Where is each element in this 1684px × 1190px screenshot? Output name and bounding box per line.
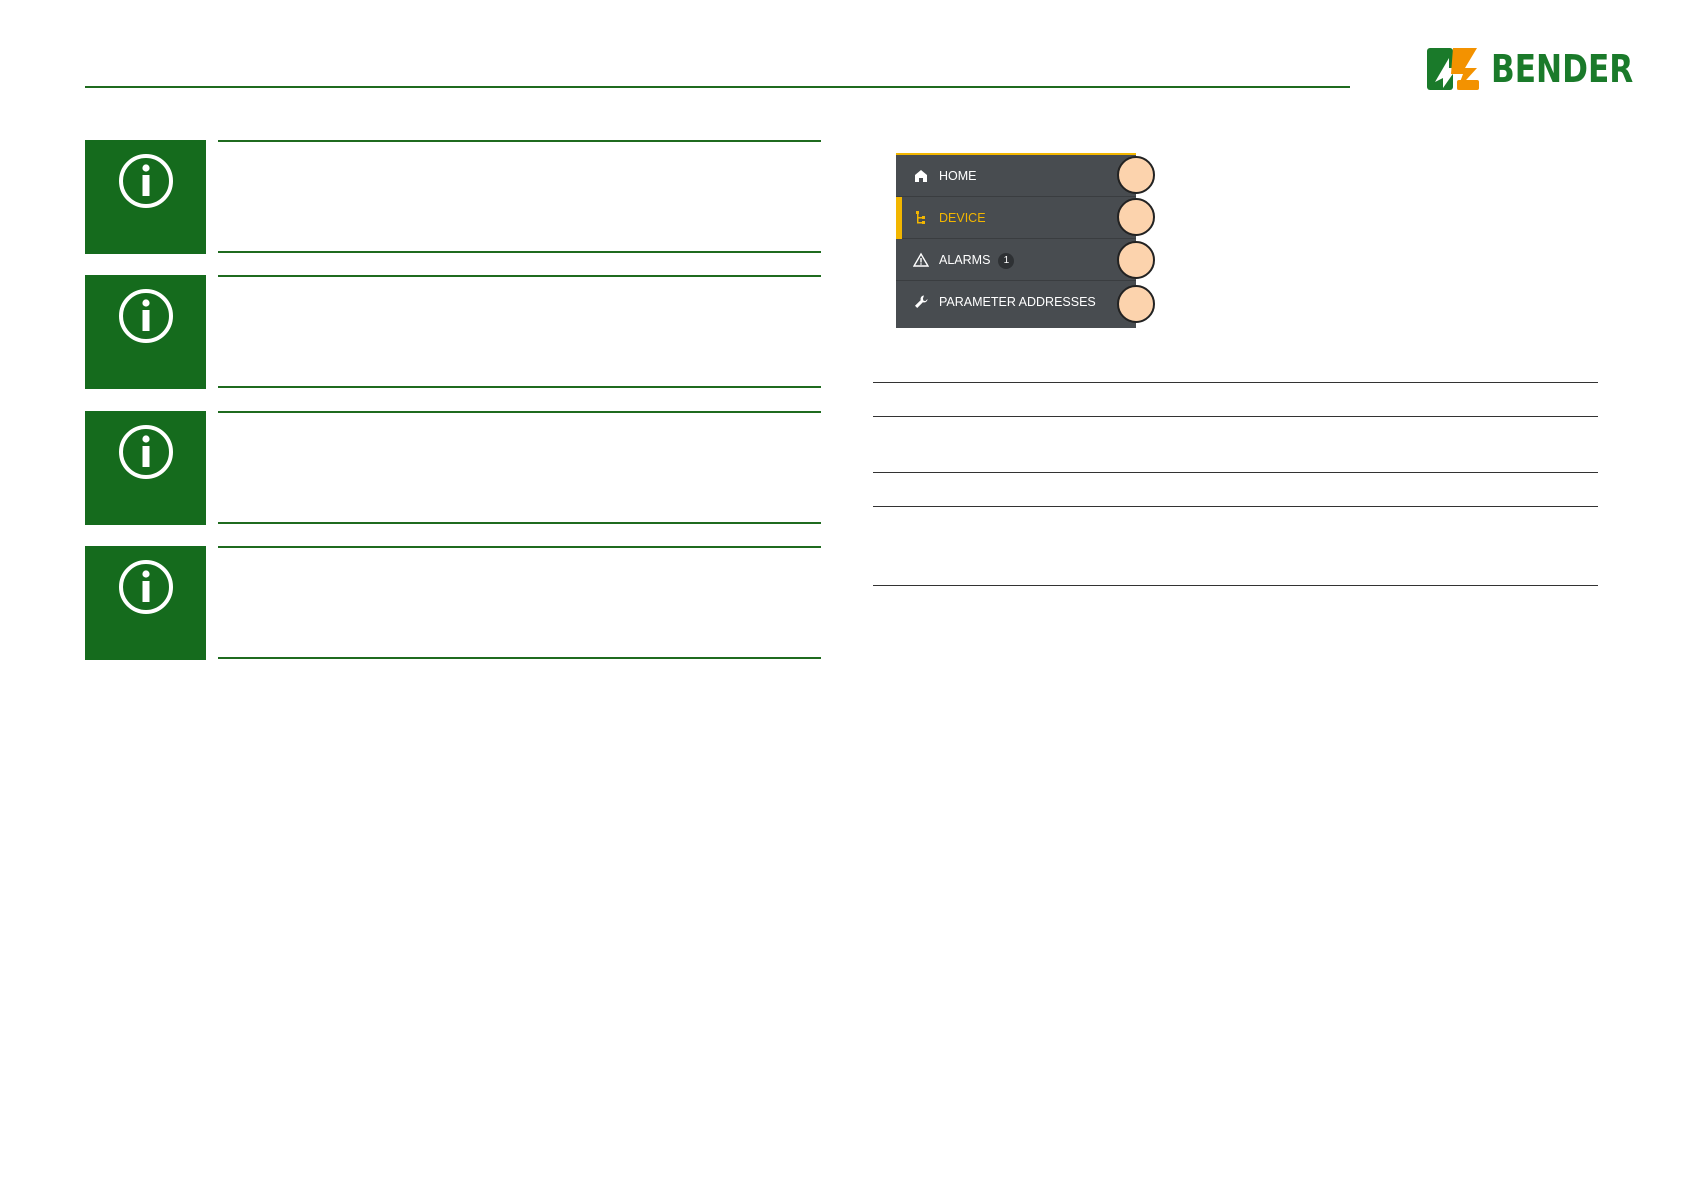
note-rule-bottom — [218, 386, 821, 388]
info-box — [85, 140, 206, 254]
info-icon — [119, 560, 173, 614]
callout-marker — [1117, 156, 1155, 194]
nav-item-device[interactable]: DEVICE — [896, 197, 1136, 239]
info-icon — [119, 289, 173, 343]
nav-item-home[interactable]: HOME — [896, 155, 1136, 197]
logo-text: BENDER — [1491, 47, 1634, 91]
header-rule — [85, 86, 1350, 88]
callout-marker — [1117, 285, 1155, 323]
info-note — [85, 275, 821, 389]
bender-logo-icon — [1427, 48, 1479, 90]
table-rule — [873, 382, 1598, 383]
note-rule-bottom — [218, 657, 821, 659]
note-rule-top — [218, 411, 821, 413]
warning-icon — [913, 252, 929, 267]
info-note — [85, 411, 821, 525]
device-tree-icon — [916, 211, 925, 224]
table-rule — [873, 416, 1598, 417]
bender-logo: BENDER — [1427, 47, 1665, 91]
info-note — [85, 140, 821, 254]
info-icon — [119, 425, 173, 479]
active-indicator — [896, 197, 902, 239]
info-box — [85, 275, 206, 389]
info-box — [85, 411, 206, 525]
note-rule-top — [218, 546, 821, 548]
note-rule-bottom — [218, 251, 821, 253]
table-rule — [873, 585, 1598, 586]
nav-item-label: HOME — [939, 169, 977, 183]
note-rule-bottom — [218, 522, 821, 524]
note-rule-top — [218, 275, 821, 277]
table-rule — [873, 472, 1598, 473]
nav-menu-screenshot: HOME DEVICE ALARMS 1 PARAMETER ADDRESSES — [896, 153, 1136, 328]
info-note — [85, 546, 821, 660]
nav-item-label: DEVICE — [939, 211, 986, 225]
info-icon — [119, 154, 173, 208]
wrench-icon — [915, 295, 928, 308]
alarms-label: ALARMS — [939, 253, 991, 267]
callout-marker — [1117, 198, 1155, 236]
alarm-count-badge: 1 — [998, 252, 1015, 269]
nav-item-label: PARAMETER ADDRESSES — [939, 295, 1096, 309]
note-rule-top — [218, 140, 821, 142]
info-box — [85, 546, 206, 660]
nav-item-parameter-addresses[interactable]: PARAMETER ADDRESSES — [896, 281, 1136, 323]
table-rule — [873, 506, 1598, 507]
home-icon — [915, 170, 927, 182]
nav-item-alarms[interactable]: ALARMS 1 — [896, 239, 1136, 281]
callout-marker — [1117, 241, 1155, 279]
nav-item-label: ALARMS 1 — [939, 252, 1015, 269]
